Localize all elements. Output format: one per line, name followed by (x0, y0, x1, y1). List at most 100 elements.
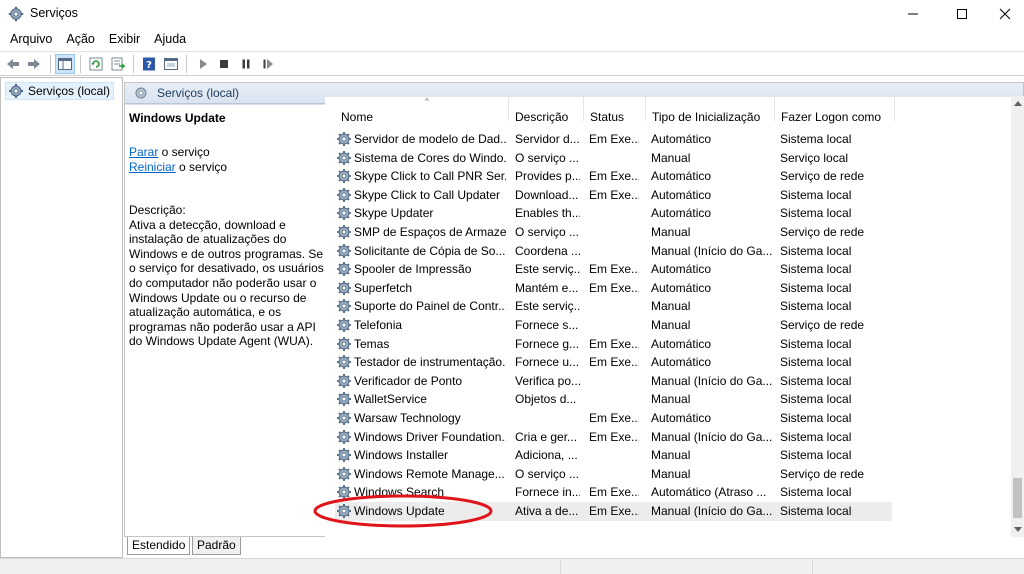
restart-action: Reiniciar o serviço (129, 160, 329, 175)
maximize-icon (957, 9, 967, 19)
service-logon-cell: Sistema local (780, 206, 852, 221)
scrollbar-thumb[interactable] (1013, 478, 1022, 518)
console-tree: Serviços (local) (0, 77, 123, 558)
stop-action: Parar o serviço (129, 145, 329, 160)
menu-arquivo[interactable]: Arquivo (3, 30, 59, 50)
table-row[interactable]: Windows Installer Adiciona, ... Manual Sist… (335, 446, 892, 465)
forward-button[interactable] (24, 54, 44, 74)
service-startup-type-cell: Manual (Início do Ga... (651, 429, 773, 444)
minimize-button[interactable] (890, 0, 936, 28)
table-row[interactable]: Testador de instrumentação... Fornece u..… (335, 353, 892, 372)
service-logon-cell: Sistema local (780, 280, 852, 295)
restart-icon (263, 59, 273, 69)
table-row[interactable]: Temas Fornece g... Em Exe... Automático Sist… (335, 335, 892, 354)
help-button[interactable]: ? (139, 54, 159, 74)
table-row[interactable]: Windows Remote Manage... O serviço ... Man… (335, 465, 892, 484)
services-pane: Serviços (local) Windows Update Parar o … (124, 82, 1024, 538)
service-status-cell (589, 223, 639, 242)
service-logon-cell: Sistema local (780, 392, 852, 407)
service-startup-type-cell: Manual (651, 225, 691, 239)
column-header-name[interactable]: Nome ^ (335, 97, 509, 124)
service-startup-type-cell: Manual (651, 318, 691, 332)
table-row[interactable]: WalletService Objetos d... Manual Sistema l… (335, 390, 892, 409)
maximize-button[interactable] (939, 0, 985, 28)
scroll-down-button[interactable] (1011, 523, 1024, 537)
gear-icon (337, 225, 351, 239)
column-header-status[interactable]: Status (584, 97, 646, 124)
table-row[interactable]: Solicitante de Cópia de So... Coordena ..… (335, 242, 892, 261)
tab-extended[interactable]: Estendido (127, 537, 191, 555)
stop-service-button[interactable] (214, 54, 234, 74)
gear-icon (337, 485, 351, 500)
restart-service-link[interactable]: Reiniciar (129, 160, 176, 174)
service-name-cell: Verificador de Ponto (354, 373, 463, 388)
table-row[interactable]: Sistema de Cores do Windo... O serviço ..… (335, 149, 892, 168)
vertical-scrollbar[interactable] (1011, 96, 1024, 537)
menu-exibir[interactable]: Exibir (102, 30, 147, 50)
gear-icon (337, 243, 351, 258)
service-status-cell (589, 446, 639, 465)
table-row[interactable]: Telefonia Fornece s... Manual Serviço de re… (335, 316, 892, 335)
column-header-description[interactable]: Descrição (509, 97, 584, 124)
gear-icon (337, 206, 351, 221)
service-description-cell: Download... (515, 187, 579, 202)
table-row[interactable]: Windows Driver Foundation... Cria e ger..… (335, 428, 892, 447)
service-description-cell: Verifica po... (515, 373, 580, 388)
service-name-cell: Superfetch (354, 280, 413, 295)
column-header-startup-type[interactable]: Tipo de Inicialização (646, 97, 775, 124)
menu-acao[interactable]: Ação (59, 30, 102, 50)
table-row[interactable]: Verificador de Ponto Verifica po... Manual… (335, 372, 892, 391)
table-row[interactable]: Skype Click to Call Updater Download... Em… (335, 186, 892, 205)
restart-service-button[interactable] (258, 54, 278, 74)
back-button[interactable] (3, 54, 23, 74)
stop-service-link[interactable]: Parar (129, 145, 158, 159)
stop-icon (220, 60, 228, 68)
table-row[interactable]: Spooler de Impressão Este serviç... Em Exe… (335, 260, 892, 279)
table-row[interactable]: Servidor de modelo de Dad... Servidor d..… (335, 130, 892, 149)
refresh-button[interactable] (86, 54, 106, 74)
search-gear-icon (135, 87, 147, 99)
table-row[interactable]: Windows Search Fornece in... Em Exe... Auto… (335, 483, 892, 502)
tree-item-services-local[interactable]: Serviços (local) (5, 82, 115, 100)
table-row[interactable]: SMP de Espaços de Armaze... O serviço ...… (335, 223, 892, 242)
column-header-startup-type-label: Tipo de Inicialização (652, 110, 761, 124)
service-logon-cell: Sistema local (780, 187, 852, 202)
minimize-icon (908, 13, 918, 15)
tab-standard[interactable]: Padrão (192, 537, 241, 555)
gear-icon (337, 411, 351, 425)
table-row[interactable]: Superfetch Mantém e... Em Exe... Automático… (335, 279, 892, 298)
properties-button[interactable] (161, 54, 181, 74)
service-name-cell: Temas (354, 336, 390, 351)
table-row[interactable]: Skype Updater Enables th... Automático Sist… (335, 204, 892, 223)
gear-icon (337, 299, 351, 314)
close-button[interactable] (982, 0, 1024, 28)
service-description-cell: Objetos d... (515, 392, 577, 407)
title-bar: Serviços (0, 0, 1024, 28)
export-list-button[interactable] (108, 54, 128, 74)
start-service-button[interactable] (193, 54, 213, 74)
table-row[interactable]: Warsaw Technology Em Exe... Automático Sist… (335, 409, 892, 428)
service-startup-type-cell: Automático (651, 336, 712, 351)
service-name-cell: Skype Click to Call PNR Ser... (354, 169, 506, 184)
show-hide-tree-button[interactable] (55, 54, 75, 74)
service-logon-cell: Sistema local (780, 504, 852, 518)
gear-icon (337, 429, 351, 444)
table-row[interactable]: Skype Click to Call PNR Ser... Provides p… (335, 167, 892, 186)
service-logon-cell: Sistema local (780, 243, 852, 258)
service-logon-cell: Sistema local (780, 336, 852, 351)
service-description-cell: Cria e ger... (515, 429, 578, 444)
service-logon-cell: Sistema local (780, 448, 852, 463)
service-startup-type-cell: Automático (651, 169, 712, 184)
pause-service-button[interactable] (236, 54, 256, 74)
gear-icon (9, 84, 23, 98)
service-status-cell: Em Exe... (589, 504, 639, 518)
selected-service-name: Windows Update (129, 111, 226, 125)
scroll-up-button[interactable] (1011, 96, 1024, 110)
menu-ajuda[interactable]: Ajuda (147, 30, 193, 50)
table-row[interactable]: Suporte do Painel de Contr... Este serviç… (335, 297, 892, 316)
table-row[interactable]: Windows Update Ativa a de... Em Exe... Manu… (335, 502, 892, 521)
service-status-cell: Em Exe... (589, 336, 639, 351)
service-description-cell: Fornece g... (515, 336, 580, 351)
service-name-cell: Skype Click to Call Updater (354, 187, 501, 202)
column-header-logon[interactable]: Fazer Logon como (775, 97, 895, 124)
